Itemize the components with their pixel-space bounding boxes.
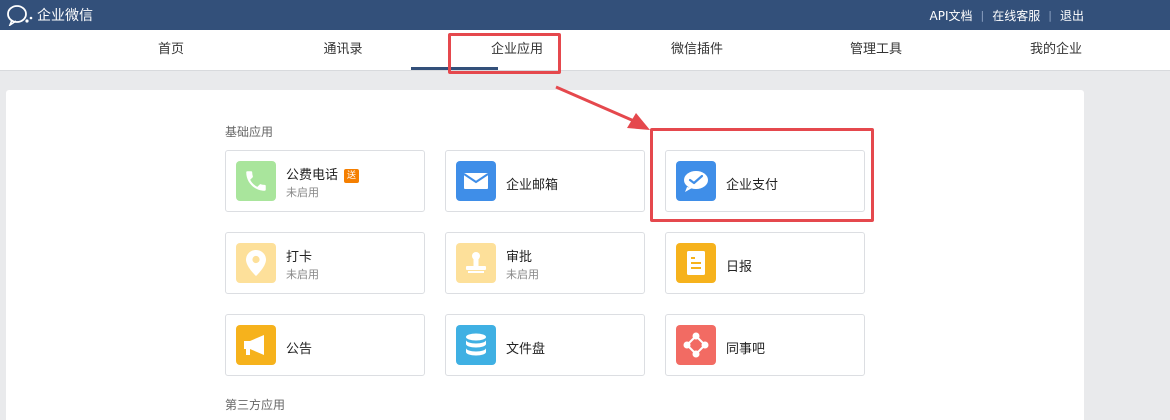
app-name: 审批 [506, 250, 533, 265]
top-links: API文档 | 在线客服 | 退出 [930, 0, 1084, 30]
nav-contacts[interactable]: 通讯录 [323, 30, 362, 70]
app-name: 公费电话送 [286, 164, 360, 183]
megaphone-icon [236, 325, 276, 365]
report-icon [676, 243, 716, 283]
location-pin-icon [236, 243, 276, 283]
app-status: 未启用 [286, 186, 319, 199]
section-title-basic: 基础应用 [225, 125, 274, 139]
app-name: 同事吧 [726, 342, 766, 357]
link-separator: | [980, 8, 985, 22]
app-tile-public-phone[interactable]: 公费电话送 未启用 [225, 150, 425, 212]
app-status: 未启用 [506, 268, 539, 281]
stamp-icon [456, 243, 496, 283]
app-tile-enterprise-mail[interactable]: 企业邮箱 [445, 150, 645, 212]
nav-wechat-plugins[interactable]: 微信插件 [671, 30, 723, 70]
app-name: 日报 [726, 260, 753, 275]
disk-icon [456, 325, 496, 365]
app-tile-announcement[interactable]: 公告 [225, 314, 425, 376]
app-status: 未启用 [286, 268, 319, 281]
nav-management-tools[interactable]: 管理工具 [850, 30, 902, 70]
colleague-network-icon [676, 325, 716, 365]
nav-home[interactable]: 首页 [158, 30, 184, 70]
api-docs-link[interactable]: API文档 [930, 7, 973, 24]
app-tile-file-disk[interactable]: 文件盘 [445, 314, 645, 376]
nav-my-enterprise[interactable]: 我的企业 [1030, 30, 1082, 70]
gift-badge: 送 [344, 169, 360, 183]
top-header-bar: 企业微信 API文档 | 在线客服 | 退出 [0, 0, 1170, 30]
section-title-third-party: 第三方应用 [225, 398, 286, 412]
wecom-logo-icon [7, 5, 33, 26]
online-support-link[interactable]: 在线客服 [992, 7, 1040, 24]
app-name: 打卡 [286, 250, 313, 265]
app-name: 公告 [286, 342, 313, 357]
app-tile-daily-report[interactable]: 日报 [665, 232, 865, 294]
logo-text: 企业微信 [37, 8, 93, 24]
link-separator: | [1048, 8, 1052, 22]
main-nav: 首页 通讯录 企业应用 微信插件 管理工具 我的企业 [0, 30, 1170, 71]
phone-icon [236, 161, 276, 201]
app-tile-colleague-bar[interactable]: 同事吧 [665, 314, 865, 376]
app-tile-approval[interactable]: 审批 未启用 [445, 232, 645, 294]
annotation-box-nav [448, 33, 561, 74]
app-name: 文件盘 [506, 342, 546, 357]
logout-link[interactable]: 退出 [1060, 7, 1084, 24]
app-name: 企业邮箱 [506, 178, 559, 193]
mail-icon [456, 161, 496, 201]
app-tile-clock-in[interactable]: 打卡 未启用 [225, 232, 425, 294]
annotation-box-pay [650, 128, 874, 222]
logo[interactable]: 企业微信 [6, 4, 93, 26]
